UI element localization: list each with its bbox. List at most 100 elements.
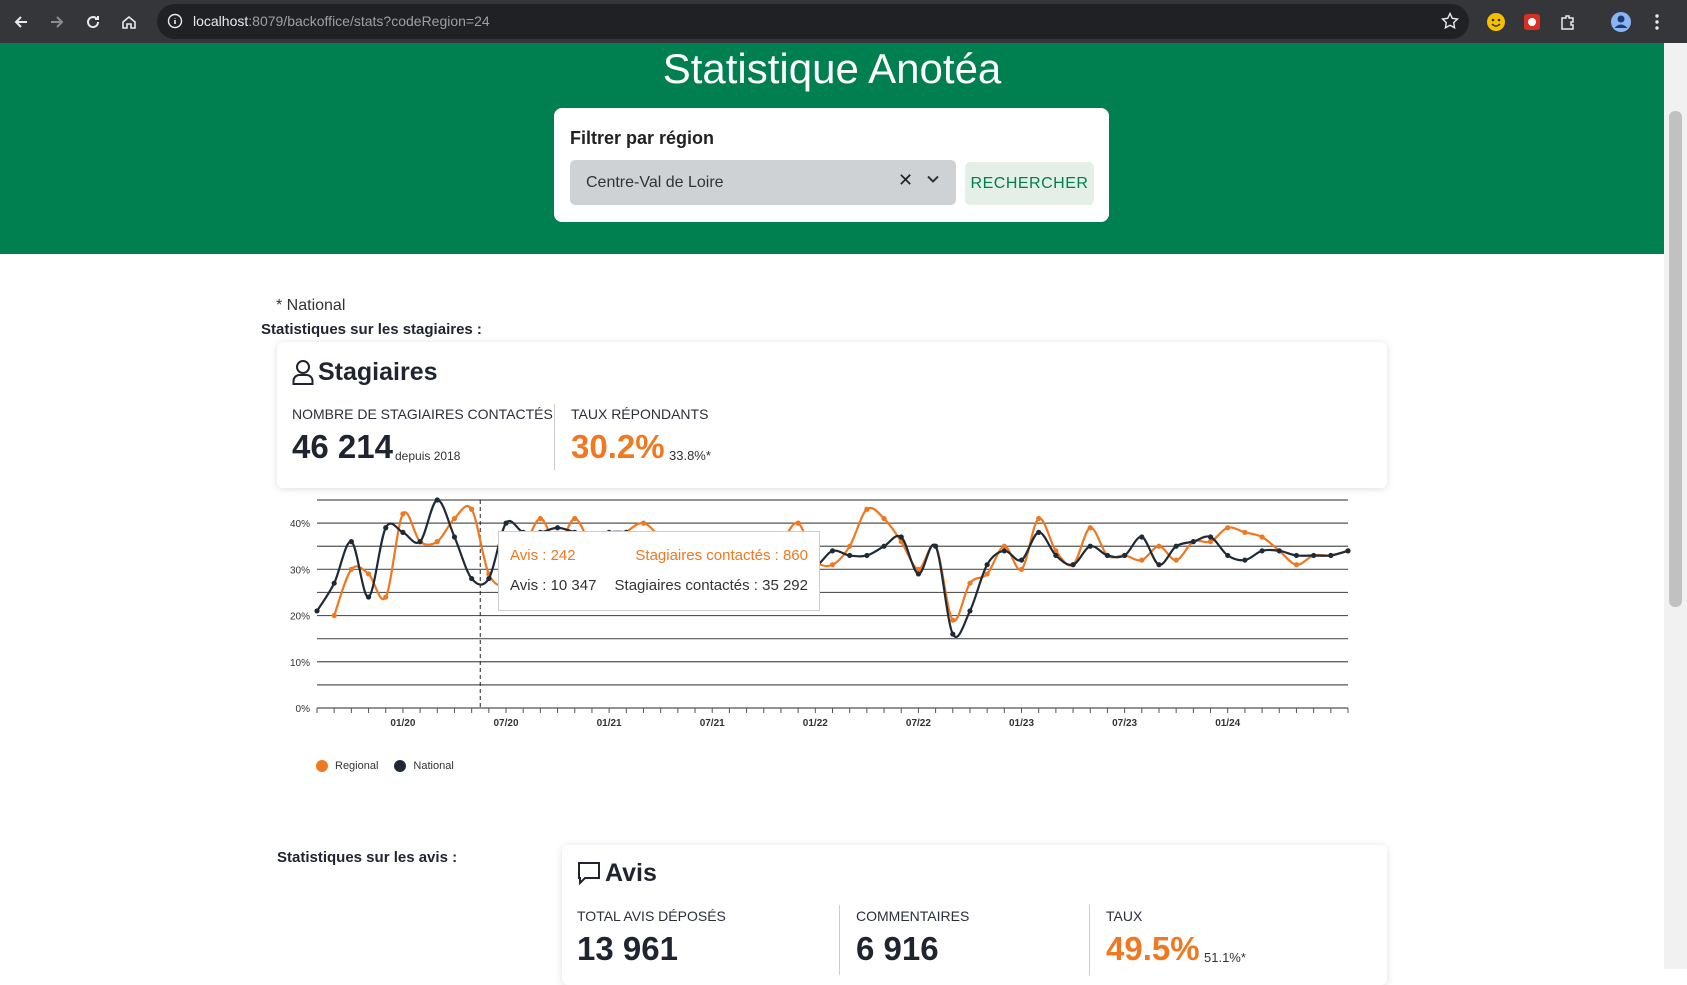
national-data-point (314, 608, 320, 614)
national-data-point (984, 562, 990, 568)
national-data-point (486, 575, 492, 582)
avis-card-title: Avis (605, 859, 657, 887)
profile-avatar-icon[interactable] (1606, 7, 1636, 37)
national-data-point (1139, 534, 1145, 540)
y-tick-label: 20% (290, 612, 310, 623)
bookmark-star-icon[interactable] (1440, 11, 1460, 35)
x-tick-label: 07/22 (906, 718, 931, 729)
user-icon (292, 359, 314, 390)
regional-data-point (1036, 515, 1042, 522)
national-data-point (1328, 552, 1334, 559)
x-tick-label: 01/21 (597, 718, 622, 729)
national-footnote: * National (276, 297, 346, 314)
national-data-point (898, 534, 904, 540)
regional-data-point (1001, 543, 1007, 549)
kpi-divider (554, 404, 555, 470)
contacted-since: depuis 2018 (395, 449, 461, 463)
address-bar[interactable]: localhost:8079/backoffice/stats?codeRegi… (157, 4, 1469, 39)
avis-rate-national: 51.1%* (1204, 950, 1246, 965)
region-select[interactable]: Centre-Val de Loire ✕ (570, 160, 956, 205)
national-data-point (915, 571, 922, 577)
legend-item-national[interactable]: National (394, 760, 454, 772)
chevron-down-icon[interactable] (926, 172, 940, 191)
national-data-point (434, 497, 440, 503)
regional-data-point (1207, 539, 1214, 545)
national-data-point (847, 552, 853, 559)
browser-toolbar: localhost:8079/backoffice/stats?codeRegi… (0, 0, 1687, 43)
national-data-point (1345, 548, 1351, 554)
comments-label: COMMENTAIRES (856, 908, 970, 924)
national-data-point (1276, 548, 1282, 554)
regional-data-point (1259, 534, 1265, 540)
site-info-icon[interactable] (167, 13, 183, 34)
extensions-puzzle-icon[interactable] (1553, 7, 1583, 37)
legend-regional-label: Regional (335, 760, 379, 772)
browser-menu-icon[interactable] (1642, 7, 1672, 37)
regional-data-point (572, 515, 578, 522)
scrollbar-thumb[interactable] (1669, 111, 1682, 607)
tooltip-regional-stagiaires: Stagiaires contactés : 860 (635, 547, 808, 564)
national-data-point (950, 631, 956, 637)
legend-item-regional[interactable]: Regional (316, 760, 378, 772)
search-button[interactable]: RECHERCHER (965, 162, 1094, 205)
x-tick-label: 07/23 (1112, 718, 1137, 729)
regional-data-point (434, 539, 440, 545)
response-rate-chart[interactable]: 0% 10% 20% 30% 40% 01/20 07/20 01/21 07/21 01/22 0… (280, 490, 1360, 730)
extension-smiley-icon[interactable] (1481, 7, 1511, 37)
clear-selection-icon[interactable]: ✕ (898, 170, 913, 191)
national-data-point (469, 575, 475, 582)
regional-data-point (537, 515, 543, 522)
x-tick-label: 01/20 (390, 718, 415, 729)
national-data-point (554, 525, 561, 531)
regional-data-point (1156, 543, 1162, 549)
regional-data-point (1139, 557, 1145, 563)
home-icon[interactable] (114, 7, 144, 37)
tooltip-national-avis: Avis : 10 347 (510, 577, 597, 594)
national-data-point (400, 529, 406, 535)
forward-icon[interactable] (42, 7, 72, 37)
national-data-point (1036, 529, 1042, 535)
y-tick-label: 40% (290, 519, 310, 530)
avis-card: Avis TOTAL AVIS DÉPOSÉS 13 961 COMMENTAI… (562, 845, 1387, 985)
national-data-point (1087, 543, 1093, 549)
y-tick-label: 10% (290, 658, 310, 669)
national-data-point (881, 543, 887, 549)
national-data-point (933, 543, 939, 549)
back-icon[interactable] (6, 7, 36, 37)
national-data-point (1001, 548, 1007, 554)
stagiaires-card-title: Stagiaires (318, 358, 438, 386)
region-select-value: Centre-Val de Loire (586, 174, 724, 191)
stagiaires-card: Stagiaires NOMBRE DE STAGIAIRES CONTACTÉ… (277, 342, 1387, 488)
rate-national: 33.8%* (669, 448, 711, 463)
regional-data-point (864, 506, 870, 512)
regional-data-point (1173, 557, 1179, 563)
national-data-point (1293, 552, 1300, 559)
regional-data-point (1087, 525, 1093, 531)
national-data-point (1156, 562, 1162, 568)
regional-data-point (984, 571, 990, 577)
regional-data-point (640, 520, 647, 526)
national-data-point (1053, 552, 1059, 559)
regional-data-point (847, 543, 853, 549)
regional-data-point (795, 520, 801, 526)
rate-value: 30.2% (571, 428, 665, 465)
national-series-line (316, 498, 1349, 638)
kpi-divider (839, 905, 840, 975)
national-data-point (348, 539, 354, 545)
y-tick-label: 30% (290, 565, 310, 576)
legend-national-label: National (413, 760, 454, 772)
national-data-point (503, 520, 509, 526)
national-data-point (1190, 539, 1196, 545)
national-data-point (829, 548, 836, 554)
page-title: Statistique Anotéa (662, 45, 1002, 92)
page-scrollbar[interactable] (1664, 43, 1687, 969)
reload-icon[interactable] (78, 7, 108, 37)
chart-legend: Regional National (316, 760, 454, 772)
extension-red-icon[interactable] (1517, 7, 1547, 37)
national-data-point (1173, 543, 1179, 549)
national-data-point (967, 608, 973, 614)
total-avis-value: 13 961 (577, 930, 678, 967)
national-data-point (1122, 552, 1128, 559)
national-data-point (1311, 552, 1317, 559)
national-data-point (1242, 557, 1248, 563)
